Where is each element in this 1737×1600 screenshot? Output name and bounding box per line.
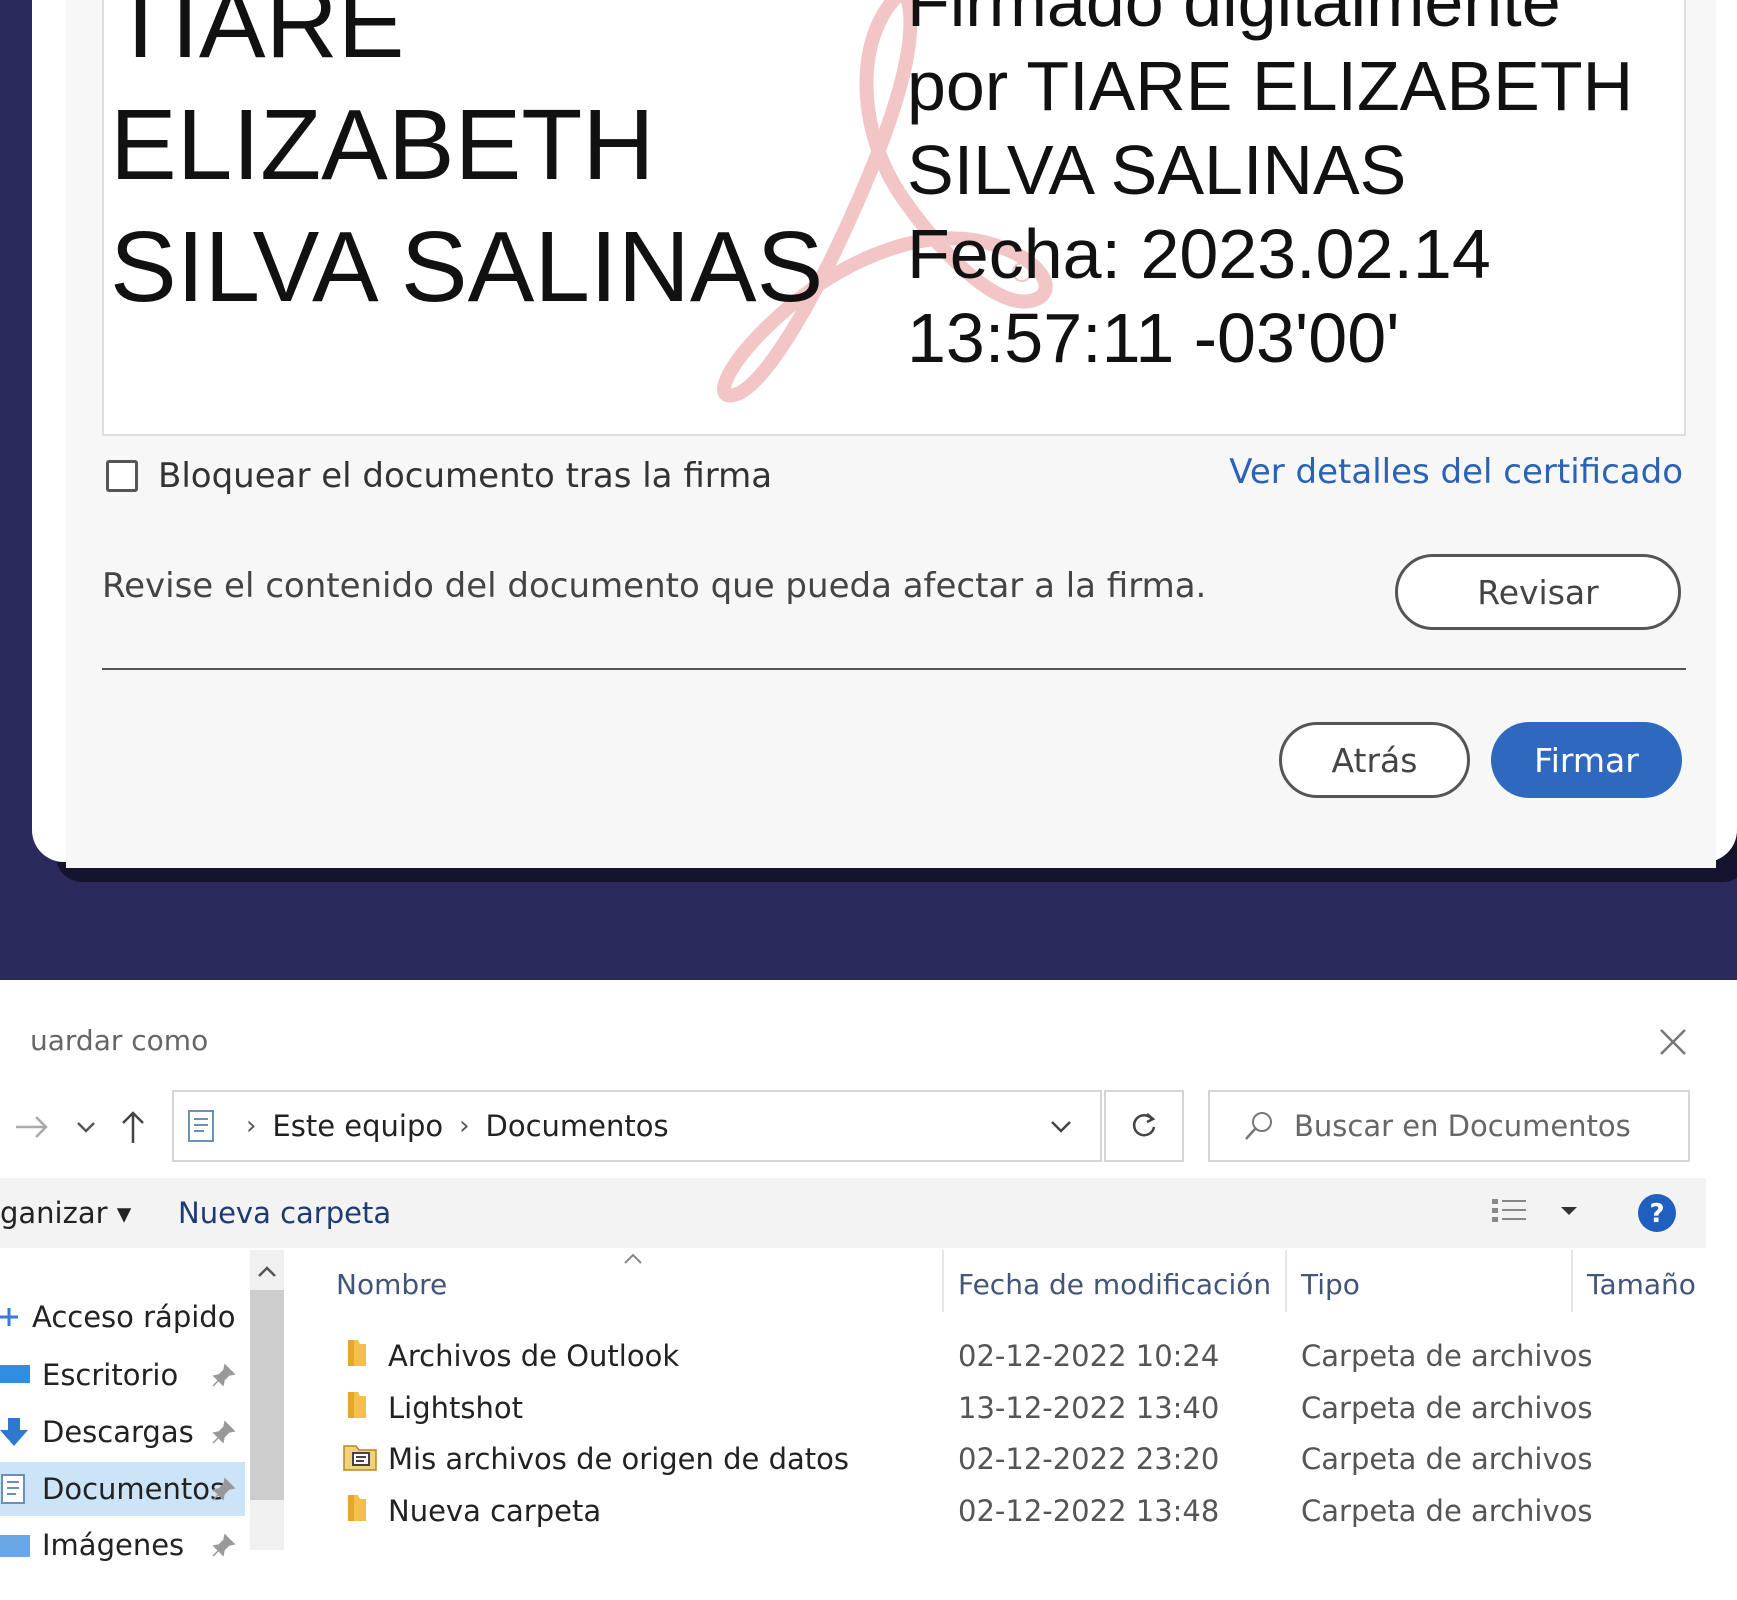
search-icon: [1245, 1112, 1272, 1140]
nav-item-label: Acceso rápido: [32, 1300, 236, 1334]
file-row-type: Carpeta de archivos: [1301, 1494, 1593, 1528]
footer-divider: [102, 668, 1686, 670]
nav-item-label: Documentos: [42, 1472, 226, 1506]
column-header-size[interactable]: Tamaño: [1587, 1268, 1696, 1301]
folder-icon: [348, 1392, 366, 1418]
file-row-type: Carpeta de archivos: [1301, 1391, 1593, 1425]
svg-text:?: ?: [1649, 1199, 1664, 1229]
documents-location-icon: [188, 1110, 214, 1142]
download-icon: [0, 1418, 28, 1446]
view-options[interactable]: [1490, 1196, 1580, 1226]
forward-arrow-icon[interactable]: [12, 1112, 52, 1142]
lock-document-label: Bloquear el documento tras la firma: [158, 456, 773, 496]
file-row-name[interactable]: Nueva carpeta: [388, 1494, 601, 1528]
file-row-name[interactable]: Lightshot: [388, 1391, 523, 1425]
folder-icon: [348, 1340, 366, 1366]
pin-icon[interactable]: [211, 1419, 237, 1445]
file-row-name[interactable]: Mis archivos de origen de datos: [388, 1442, 849, 1476]
refresh-button[interactable]: [1104, 1090, 1184, 1162]
nav-item-label: Escritorio: [42, 1358, 179, 1392]
address-bar[interactable]: › Este equipo › Documentos: [172, 1090, 1102, 1162]
signer-name-large: TIARE ELIZABETH SILVA SALINAS: [110, 0, 824, 323]
review-button[interactable]: Revisar: [1395, 554, 1681, 630]
navigation-buttons: [12, 1107, 148, 1147]
close-icon[interactable]: [1658, 1027, 1688, 1057]
lock-document-checkbox[interactable]: [106, 460, 138, 492]
certificate-details-link[interactable]: Ver detalles del certificado: [1229, 452, 1683, 492]
breadcrumb-documents[interactable]: Documentos: [486, 1109, 669, 1143]
nav-item-quick-access[interactable]: Acceso rápido: [0, 1290, 245, 1344]
pin-icon[interactable]: [211, 1362, 237, 1388]
column-separator[interactable]: [942, 1250, 944, 1312]
file-row-date: 02-12-2022 23:20: [958, 1442, 1220, 1476]
signature-preview: TIARE ELIZABETH SILVA SALINAS Firmado di…: [102, 0, 1686, 436]
scroll-up-arrow-icon[interactable]: [255, 1264, 279, 1280]
pin-icon[interactable]: [211, 1476, 237, 1502]
column-header-type[interactable]: Tipo: [1301, 1268, 1360, 1301]
file-row-date: 13-12-2022 13:40: [958, 1391, 1220, 1425]
search-input[interactable]: Buscar en Documentos: [1208, 1090, 1690, 1162]
back-button[interactable]: Atrás: [1279, 722, 1470, 798]
address-dropdown-icon[interactable]: [1048, 1116, 1074, 1136]
file-row-type: Carpeta de archivos: [1301, 1442, 1593, 1476]
new-folder-button[interactable]: Nueva carpeta: [178, 1196, 391, 1230]
details-view-icon: [1492, 1199, 1526, 1222]
breadcrumb-this-pc[interactable]: Este equipo: [272, 1109, 443, 1143]
data-source-folder-icon: [343, 1445, 377, 1471]
documents-icon: [1, 1474, 25, 1504]
lock-document-option[interactable]: Bloquear el documento tras la firma: [106, 456, 772, 496]
star-icon: [0, 1308, 18, 1326]
breadcrumb-separator: ›: [246, 1111, 257, 1141]
pictures-icon: [0, 1535, 30, 1557]
pin-icon[interactable]: [211, 1532, 237, 1558]
nav-item-desktop[interactable]: Escritorio: [0, 1348, 245, 1402]
nav-item-pictures[interactable]: Imágenes: [0, 1518, 245, 1572]
file-row-date: 02-12-2022 13:48: [958, 1494, 1220, 1528]
refresh-icon: [1132, 1113, 1156, 1137]
nav-item-label: Imágenes: [42, 1528, 185, 1562]
breadcrumb-separator: ›: [459, 1111, 470, 1141]
column-header-name[interactable]: Nombre: [336, 1268, 447, 1301]
review-message: Revise el contenido del documento que pu…: [102, 566, 1207, 606]
nav-item-label: Descargas: [42, 1415, 194, 1449]
column-header-date[interactable]: Fecha de modificación: [958, 1268, 1271, 1301]
column-separator[interactable]: [1285, 1250, 1287, 1312]
sort-ascending-icon: [624, 1253, 642, 1264]
sign-button[interactable]: Firmar: [1491, 722, 1682, 798]
dialog-title: uardar como: [30, 1024, 209, 1057]
search-placeholder: Buscar en Documentos: [1294, 1109, 1631, 1143]
view-dropdown-icon: [1561, 1207, 1577, 1215]
file-row-date: 02-12-2022 10:24: [958, 1339, 1220, 1373]
column-separator[interactable]: [1571, 1250, 1573, 1312]
recent-locations-chevron-icon[interactable]: [74, 1117, 98, 1137]
file-row-name[interactable]: Archivos de Outlook: [388, 1339, 679, 1373]
desktop-icon: [0, 1365, 30, 1383]
nav-pane-scrollbar-thumb[interactable]: [250, 1290, 284, 1500]
organize-menu[interactable]: ganizar ▾: [0, 1196, 131, 1230]
file-row-type: Carpeta de archivos: [1301, 1339, 1593, 1373]
help-icon[interactable]: ?: [1637, 1193, 1677, 1233]
signature-metadata: Firmado digitalmente por TIARE ELIZABETH…: [907, 0, 1634, 377]
folder-icon: [348, 1495, 366, 1521]
up-arrow-icon[interactable]: [118, 1107, 148, 1147]
nav-item-downloads[interactable]: Descargas: [0, 1405, 245, 1459]
nav-item-documents[interactable]: Documentos: [0, 1462, 245, 1516]
